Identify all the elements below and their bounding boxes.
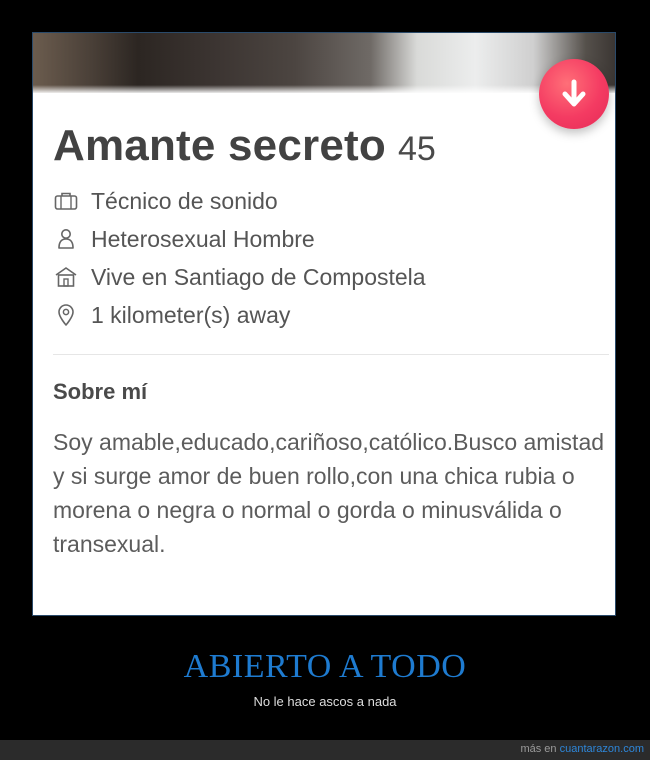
footer-link[interactable]: cuantarazon.com [560,743,644,755]
profile-card: Amante secreto 45 Técnico de sonido Heter… [32,32,616,616]
arrow-down-icon [562,79,586,107]
footer-bar: más en cuantarazon.com [0,740,650,760]
location-pin-icon [53,302,79,328]
profile-age: 45 [397,130,436,168]
info-job-text: Técnico de sonido [91,187,278,214]
about-section-title: Sobre mí [53,379,148,404]
briefcase-icon [53,188,79,214]
profile-photo [33,33,615,93]
caption-title: ABIERTO A TODO [183,648,467,685]
house-icon [53,264,79,290]
footer-prefix: más en [520,743,557,755]
about-section-text: Soy amable,educado,cariñoso,católico.Bus… [53,429,605,557]
info-location-text: Vive en Santiago de Compostela [91,263,426,290]
info-job: Técnico de sonido [53,185,278,217]
collapse-profile-button[interactable] [539,59,609,129]
info-location: Vive en Santiago de Compostela [53,261,426,293]
person-icon [53,226,79,252]
info-orientation: Heterosexual Hombre [53,223,315,255]
section-divider [53,354,609,355]
profile-name: Amante secreto [53,121,386,170]
footer-text: más en cuantarazon.com [520,743,644,755]
info-distance: 1 kilometer(s) away [53,299,290,331]
profile-header: Amante secreto 45 [53,121,436,171]
info-orientation-text: Heterosexual Hombre [91,225,315,252]
info-distance-text: 1 kilometer(s) away [91,301,291,328]
caption-subtitle: No le hace ascos a nada [253,694,397,709]
